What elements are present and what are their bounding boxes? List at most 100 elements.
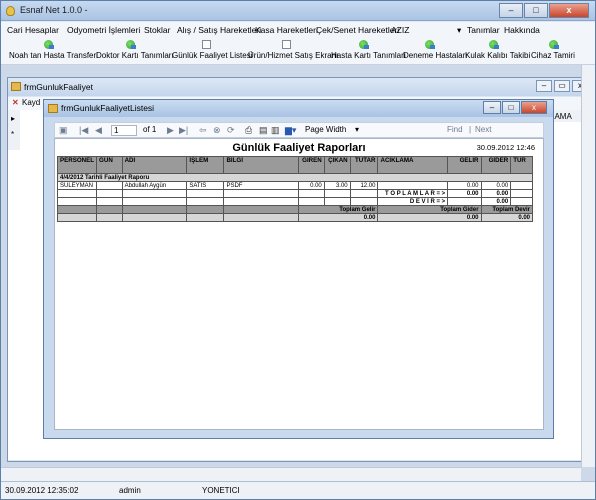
back-icon[interactable]: ⇦ <box>199 125 207 136</box>
devir-label: D E V İ R = > <box>377 197 449 206</box>
cell-adi: Abdullah Aygün <box>121 181 188 190</box>
footer-gelir-value: 0.00 <box>297 213 379 222</box>
next-link[interactable]: Next <box>475 125 491 134</box>
menu-bar: Cari Hesaplar Odyometri İşlemleri Stokla… <box>1 22 595 38</box>
close-button[interactable]: x <box>521 101 547 114</box>
menu-hakkinda[interactable]: Hakkında <box>504 25 540 35</box>
col-aciklama: ACIKLAMA <box>377 156 449 174</box>
last-page-icon[interactable]: ▶| <box>179 125 188 136</box>
new-row-marker[interactable]: * <box>11 130 14 139</box>
cell-cikan: 3.00 <box>323 181 351 190</box>
total-gider: 0.00 <box>480 189 512 198</box>
table-row: SULEYMAN Abdullah Aygün SATIS PSDF 0.00 … <box>56 181 533 190</box>
minimize-button[interactable]: – <box>536 80 552 92</box>
status-datetime: 30.09.2012 12:35:02 <box>5 486 79 495</box>
print-layout-icon[interactable]: ▤ <box>259 125 268 136</box>
vertical-scrollbar[interactable] <box>581 65 595 467</box>
close-button[interactable]: x <box>549 3 589 18</box>
document-map-icon[interactable]: ▣ <box>59 125 68 136</box>
maximize-button[interactable]: □ <box>502 101 520 114</box>
cell-aciklama <box>377 181 449 190</box>
report-date: 30.09.2012 12:46 <box>476 143 535 152</box>
footer-toplam-devir: Toplam Devir <box>480 205 534 214</box>
col-gider: GİDER <box>480 156 512 174</box>
page-count: of 1 <box>143 125 157 134</box>
app-title: Esnaf Net 1.0.0 - <box>20 5 88 15</box>
trial-patient-icon <box>425 40 435 49</box>
print-icon[interactable]: ⎙ <box>245 125 252 136</box>
menu-alis-satis[interactable]: Alış / Satış Hareketleri <box>177 25 261 35</box>
zoom-dropdown-icon[interactable]: ▾ <box>355 125 359 134</box>
devir-value: 0.00 <box>480 197 512 206</box>
menu-aziz[interactable]: AZIZ <box>391 25 409 35</box>
minimize-button[interactable]: – <box>483 101 501 114</box>
list-icon <box>202 40 211 49</box>
toolbar: Noah tan Hasta Transferi Doktor Kartı Ta… <box>1 38 595 65</box>
current-row-marker[interactable]: ▸ <box>11 114 15 123</box>
report-group-row: 4/4/2012 Tarihli Faaliyet Raporu <box>57 173 533 182</box>
report-title: Günlük Faaliyet Raporları <box>232 142 366 154</box>
find-separator: | <box>469 125 472 134</box>
col-personel: PERSONEL <box>56 156 98 174</box>
title-bar: Esnaf Net 1.0.0 - – □ x <box>1 1 595 21</box>
report-toolbar: ▣ |◀ ◀ 1 of 1 ▶ ▶| ⇦ ⊗ ⟳ ⎙ ▤ ▥ ▆▾ Page W… <box>54 122 544 138</box>
col-adi: ADI <box>121 156 188 174</box>
footer-gider-value: 0.00 <box>377 213 482 222</box>
delete-icon[interactable]: ✕ <box>12 98 19 107</box>
refresh-icon[interactable]: ⟳ <box>227 125 235 136</box>
page-setup-icon[interactable]: ▥ <box>271 125 280 136</box>
zoom-select[interactable]: Page Width <box>305 125 346 134</box>
cell-gelir: 0.00 <box>447 181 482 190</box>
next-page-icon[interactable]: ▶ <box>167 125 174 136</box>
main-window: Esnaf Net 1.0.0 - – □ x Cari Hesaplar Od… <box>0 0 596 500</box>
export-icon[interactable]: ▆▾ <box>285 125 296 136</box>
find-link[interactable]: Find <box>447 125 463 134</box>
window-controls: – □ x <box>499 3 589 18</box>
col-tutar: TUTAR <box>349 156 379 174</box>
cell-islem: SATIS <box>186 181 225 190</box>
menu-kasa[interactable]: Kasa Hareketleri <box>255 25 318 35</box>
listesi-window-title: frmGunlukFaaliyetListesi <box>61 103 155 113</box>
maximize-button[interactable]: □ <box>524 3 548 18</box>
menu-tanimlar[interactable]: Tanımlar <box>467 25 500 35</box>
footer-toplam-gelir: Toplam Gelir <box>297 205 379 214</box>
minimize-button[interactable]: – <box>499 3 523 18</box>
status-bar: 30.09.2012 12:35:02 admin YONETICI <box>1 481 595 499</box>
patient-icon <box>359 40 369 49</box>
faaliyet-window-title: frmGunlukFaaliyet <box>24 82 93 92</box>
prev-page-icon[interactable]: ◀ <box>95 125 102 136</box>
listesi-window-titlebar[interactable]: frmGunlukFaaliyetListesi – □ x <box>44 100 553 117</box>
listesi-window-controls: – □ x <box>483 101 547 114</box>
form-icon <box>11 82 21 91</box>
stop-icon[interactable]: ⊗ <box>213 125 221 136</box>
page-number-input[interactable]: 1 <box>111 125 137 136</box>
menu-stoklar[interactable]: Stoklar <box>144 25 170 35</box>
menu-dropdown-icon: ▾ <box>457 25 462 35</box>
col-tur: TÜR <box>510 156 533 174</box>
cell-gun <box>96 181 123 190</box>
faaliyet-window-titlebar[interactable]: frmGunlukFaaliyet – ▭ x <box>8 78 592 96</box>
restore-button[interactable]: ▭ <box>554 80 570 92</box>
doctor-icon <box>126 40 136 49</box>
sale-icon <box>282 40 291 49</box>
report-viewer[interactable]: Günlük Faaliyet Raporları 30.09.2012 12:… <box>54 138 544 430</box>
horizontal-scrollbar[interactable] <box>1 467 581 481</box>
transfer-icon <box>44 40 54 49</box>
menu-odyometri[interactable]: Odyometri İşlemleri <box>67 25 140 35</box>
menu-cari-hesaplar[interactable]: Cari Hesaplar <box>7 25 59 35</box>
col-islem: İŞLEM <box>186 156 225 174</box>
status-user: admin <box>119 486 141 495</box>
col-cikan: ÇIKAN <box>323 156 351 174</box>
cell-tutar: 12.00 <box>349 181 379 190</box>
cell-bilgi: PSDF <box>223 181 299 190</box>
report-header-row: PERSONEL GÜN ADI İŞLEM BİLGİ GİREN ÇIKAN… <box>56 156 533 174</box>
record-label: Kayd <box>22 98 41 107</box>
form-icon <box>48 104 58 113</box>
col-gelir: GELİR <box>447 156 482 174</box>
first-page-icon[interactable]: |◀ <box>79 125 88 136</box>
devir-row: D E V İ R = > 0.00 <box>56 197 533 206</box>
cell-gider: 0.00 <box>480 181 512 190</box>
col-bilgi: BİLGİ <box>223 156 299 174</box>
menu-cek-senet[interactable]: Çek/Senet Hareketleri <box>316 25 399 35</box>
cell-giren: 0.00 <box>297 181 325 190</box>
